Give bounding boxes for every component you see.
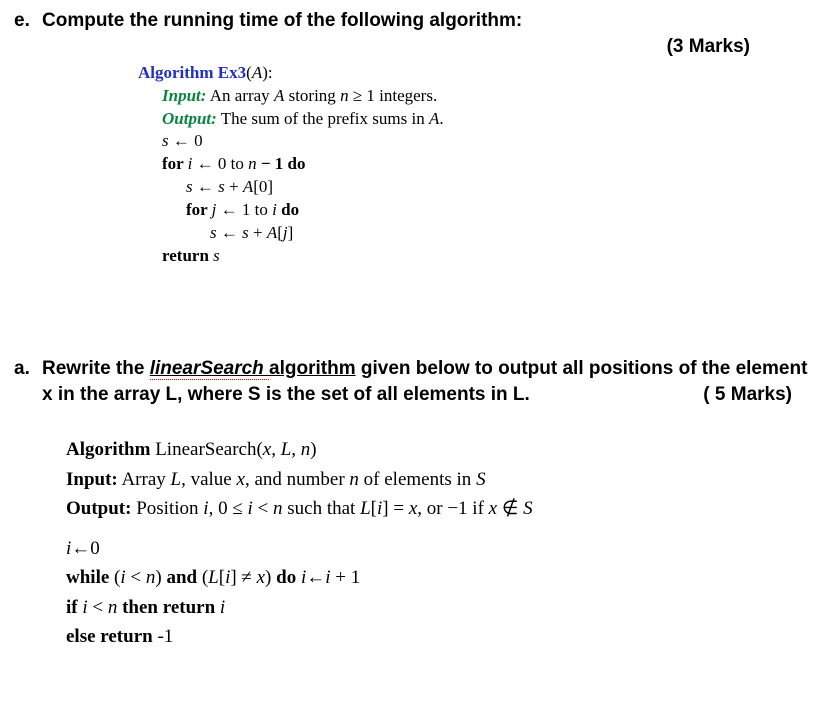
algo-line-s-aj: s ← s + A[j]: [138, 222, 810, 245]
spacer: [8, 308, 810, 356]
algorithm-ex3: Algorithm Ex3(A): Input: An array A stor…: [138, 62, 810, 268]
algo-line-s0: s ← 0: [138, 130, 810, 153]
algo-output: Output: The sum of the prefix sums in A.: [138, 108, 810, 131]
algo-header-line: Algorithm Ex3(A):: [138, 62, 810, 85]
ls-output: Output: Position i, 0 ≤ i < n such that …: [66, 494, 810, 523]
question-e-heading: e. Compute the running time of the follo…: [8, 8, 810, 34]
question-e: e. Compute the running time of the follo…: [8, 8, 810, 268]
algorithm-linear-search: Algorithm LinearSearch(x, L, n) Input: A…: [66, 435, 810, 651]
algo-line-for-i: for i ← 0 to n − 1 do: [138, 153, 810, 176]
spacer: [66, 524, 810, 534]
algo-name: Ex3: [218, 63, 246, 82]
ls-line-else: else return -1: [66, 622, 810, 651]
ls-header-line: Algorithm LinearSearch(x, L, n): [66, 435, 810, 464]
algo-param: A: [252, 63, 262, 82]
question-e-text: Compute the running time of the followin…: [42, 8, 810, 34]
algo-line-s-a0: s ← s + A[0]: [138, 176, 810, 199]
algo-keyword: Algorithm: [138, 63, 214, 82]
algo-line-return: return s: [138, 245, 810, 268]
question-e-marks: (3 Marks): [8, 36, 810, 58]
ls-line-init: i←0: [66, 534, 810, 563]
question-a-text: Rewrite the linearSearch algorithm given…: [42, 356, 810, 407]
question-a: a. Rewrite the linearSearch algorithm gi…: [8, 356, 810, 651]
question-a-letter: a.: [8, 356, 42, 382]
question-a-marks: ( 5 Marks): [703, 382, 810, 408]
ls-input: Input: Array L, value x, and number n of…: [66, 465, 810, 494]
ls-line-while: while (i < n) and (L[i] ≠ x) do i←i + 1: [66, 563, 810, 592]
algo-line-for-j: for j ← 1 to i do: [138, 199, 810, 222]
linear-search-term: linearSearch: [150, 358, 269, 380]
ls-line-if: if i < n then return i: [66, 593, 810, 622]
question-a-heading: a. Rewrite the linearSearch algorithm gi…: [8, 356, 810, 407]
algo-input: Input: An array A storing n ≥ 1 integers…: [138, 85, 810, 108]
question-e-letter: e.: [8, 8, 42, 34]
